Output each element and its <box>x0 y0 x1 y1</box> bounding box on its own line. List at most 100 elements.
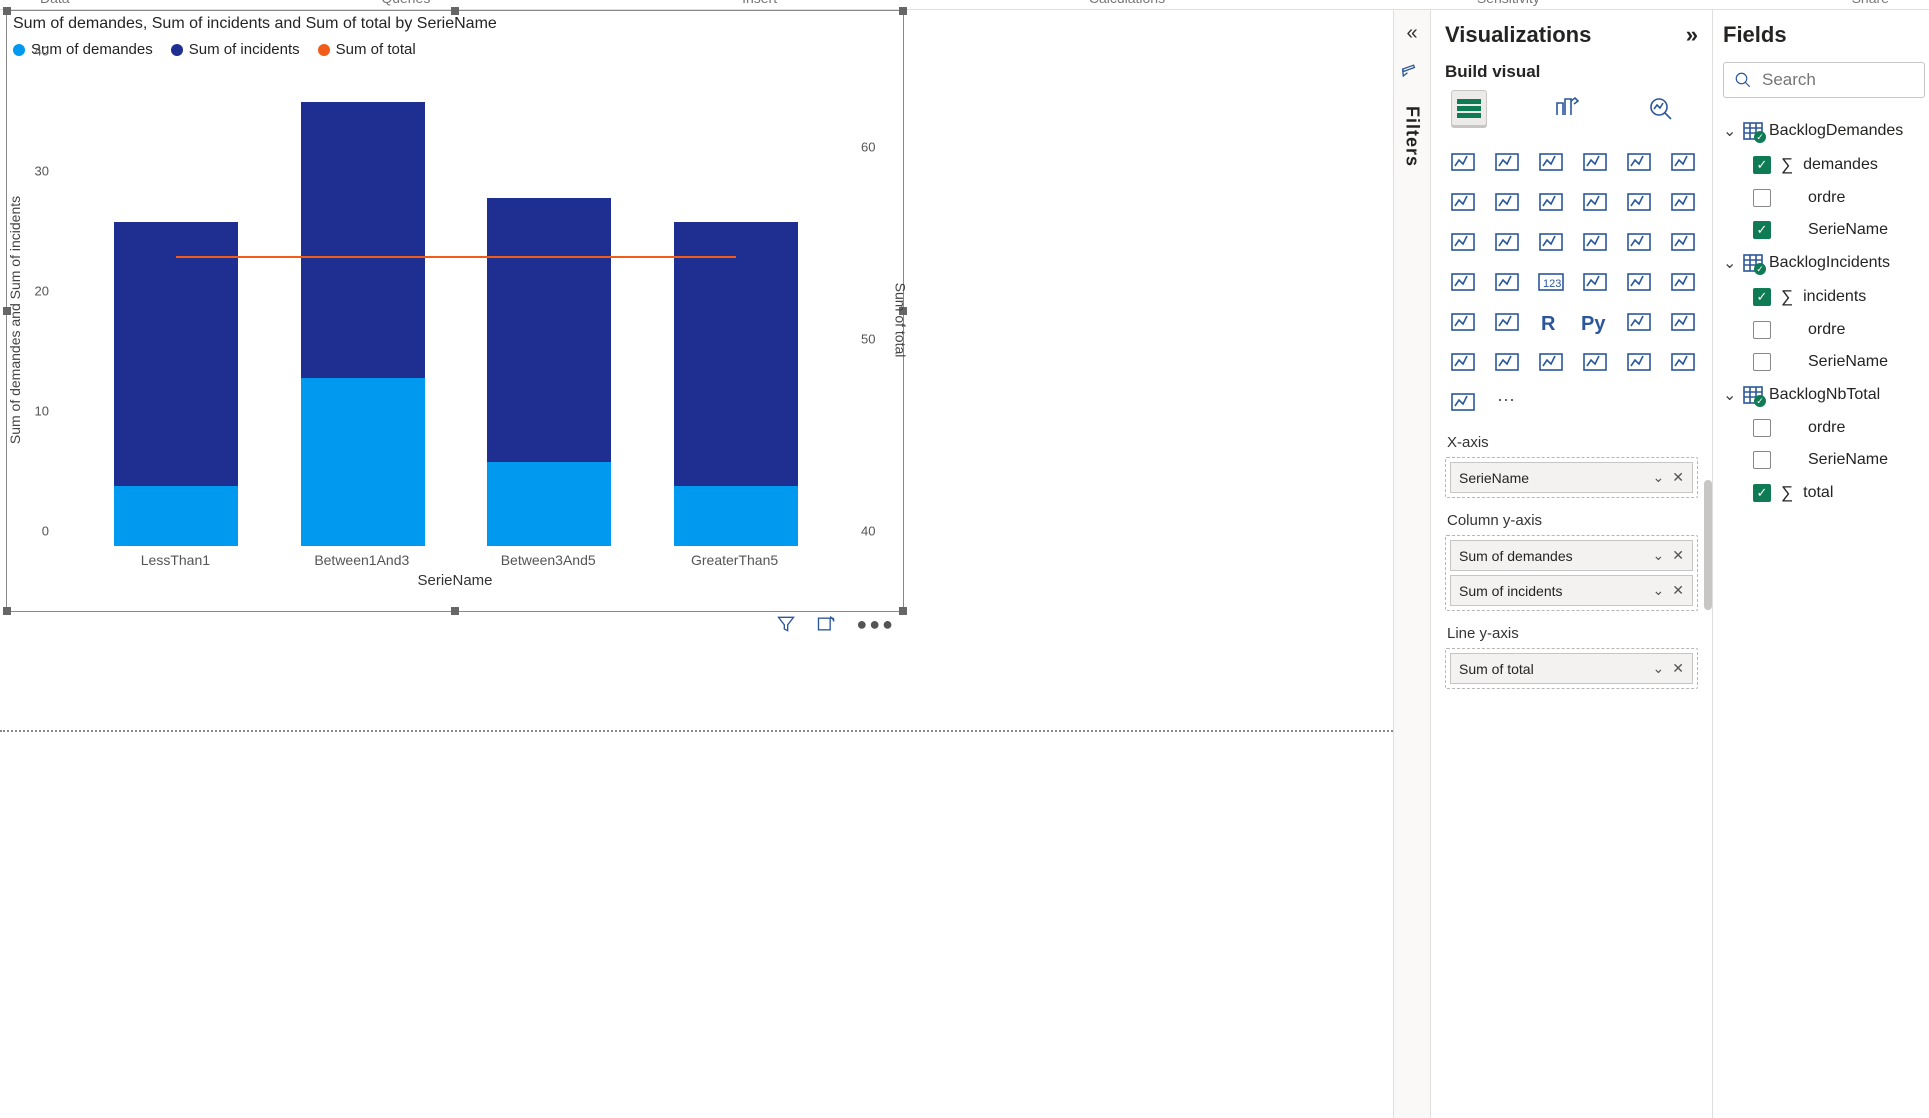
scrollbar[interactable] <box>1704 480 1712 610</box>
viztype-card[interactable]: 123 <box>1533 266 1569 298</box>
build-tab-fields[interactable] <box>1451 90 1487 126</box>
bar-demandes[interactable] <box>487 462 611 546</box>
focus-mode-icon[interactable] <box>816 614 836 639</box>
viztype-pie[interactable] <box>1533 226 1569 258</box>
xaxis-well[interactable]: SerieName ⌄✕ <box>1445 457 1698 498</box>
checkbox[interactable]: ✓ <box>1753 484 1771 502</box>
viztype-slicer[interactable] <box>1665 266 1701 298</box>
report-canvas[interactable]: Sum of demandes, Sum of incidents and Su… <box>0 10 1393 1118</box>
filter-icon[interactable] <box>776 614 796 639</box>
bar-demandes[interactable] <box>114 486 238 546</box>
remove-icon[interactable]: ✕ <box>1672 660 1684 677</box>
viztype-ribbon[interactable] <box>1621 186 1657 218</box>
field-ordre[interactable]: ordre <box>1723 182 1929 214</box>
well-item-seriename[interactable]: SerieName ⌄✕ <box>1450 462 1693 493</box>
line-total[interactable] <box>176 256 735 258</box>
viztype-stacked-area[interactable] <box>1533 186 1569 218</box>
bar-demandes[interactable] <box>674 486 798 546</box>
field-seriename[interactable]: ✓SerieName <box>1723 214 1929 246</box>
bar-demandes[interactable] <box>301 378 425 546</box>
resize-handle[interactable] <box>899 7 907 15</box>
resize-handle[interactable] <box>3 607 11 615</box>
viztype-line[interactable] <box>1445 186 1481 218</box>
build-tab-format[interactable] <box>1547 90 1583 126</box>
viztype-donut[interactable] <box>1577 226 1613 258</box>
viztype-kpi[interactable] <box>1621 266 1657 298</box>
chart-visual[interactable]: Sum of demandes, Sum of incidents and Su… <box>6 10 904 612</box>
viztype-more-visuals[interactable]: ⋯ <box>1489 386 1525 418</box>
resize-handle[interactable] <box>451 7 459 15</box>
checkbox[interactable] <box>1753 189 1771 207</box>
table-backlogincidents[interactable]: ⌄✓BacklogIncidents <box>1723 246 1929 280</box>
bar-incidents[interactable] <box>487 198 611 462</box>
well-item-sum-demandes[interactable]: Sum of demandes ⌄✕ <box>1450 540 1693 571</box>
viztype-treemap[interactable] <box>1621 226 1657 258</box>
viztype-key-influencers[interactable] <box>1621 306 1657 338</box>
viztype-clustered-column[interactable] <box>1489 146 1525 178</box>
chevron-down-icon[interactable]: ⌄ <box>1653 660 1665 677</box>
table-backlogdemandes[interactable]: ⌄✓BacklogDemandes <box>1723 114 1929 148</box>
viztype-100-stacked-column[interactable] <box>1665 146 1701 178</box>
viztype-table[interactable] <box>1445 306 1481 338</box>
remove-icon[interactable]: ✕ <box>1672 582 1684 599</box>
checkbox[interactable] <box>1753 451 1771 469</box>
field-seriename[interactable]: SerieName <box>1723 444 1929 476</box>
resize-handle[interactable] <box>3 7 11 15</box>
line-y-well[interactable]: Sum of total ⌄✕ <box>1445 648 1698 689</box>
checkbox[interactable] <box>1753 353 1771 371</box>
field-seriename[interactable]: SerieName <box>1723 346 1929 378</box>
table-backlognbtotal[interactable]: ⌄✓BacklogNbTotal <box>1723 378 1929 412</box>
viztype-power-automate[interactable] <box>1445 386 1481 418</box>
viztype-qna[interactable] <box>1445 346 1481 378</box>
chevron-down-icon[interactable]: ⌄ <box>1653 547 1665 564</box>
viztype-paginated[interactable] <box>1533 346 1569 378</box>
viztype-clustered-bar[interactable] <box>1577 146 1613 178</box>
bar-incidents[interactable] <box>674 222 798 486</box>
collapse-filters-icon[interactable]: « <box>1406 22 1417 45</box>
viztype-100-stacked-bar[interactable] <box>1621 146 1657 178</box>
field-ordre[interactable]: ordre <box>1723 314 1929 346</box>
viztype-r-visual[interactable]: R <box>1533 306 1569 338</box>
viztype-gauge[interactable] <box>1489 266 1525 298</box>
bar-incidents[interactable] <box>301 102 425 378</box>
checkbox[interactable]: ✓ <box>1753 288 1771 306</box>
viztype-waterfall[interactable] <box>1665 186 1701 218</box>
field-ordre[interactable]: ordre <box>1723 412 1929 444</box>
chevron-down-icon[interactable]: ⌄ <box>1653 469 1665 486</box>
remove-icon[interactable]: ✕ <box>1672 547 1684 564</box>
checkbox[interactable] <box>1753 419 1771 437</box>
viztype-metrics[interactable] <box>1577 346 1613 378</box>
expand-pane-icon[interactable]: » <box>1686 22 1698 48</box>
viztype-stacked-column[interactable] <box>1533 146 1569 178</box>
bookmark-icon[interactable] <box>1398 60 1425 90</box>
viztype-stacked-bar[interactable] <box>1445 146 1481 178</box>
viztype-funnel[interactable] <box>1445 226 1481 258</box>
column-y-well[interactable]: Sum of demandes ⌄✕ Sum of incidents ⌄✕ <box>1445 535 1698 611</box>
viztype-combo[interactable] <box>1577 186 1613 218</box>
viztype-smart-narrative[interactable] <box>1489 346 1525 378</box>
resize-handle[interactable] <box>451 607 459 615</box>
filters-rail[interactable]: « Filters <box>1393 10 1431 1118</box>
search-input[interactable]: Search <box>1723 62 1925 98</box>
checkbox[interactable]: ✓ <box>1753 156 1771 174</box>
checkbox[interactable]: ✓ <box>1753 221 1771 239</box>
more-options-icon[interactable]: ●●● <box>856 614 895 639</box>
well-item-sum-incidents[interactable]: Sum of incidents ⌄✕ <box>1450 575 1693 606</box>
viztype-app[interactable] <box>1621 346 1657 378</box>
bar-incidents[interactable] <box>114 222 238 486</box>
checkbox[interactable] <box>1753 321 1771 339</box>
field-demandes[interactable]: ✓∑demandes <box>1723 148 1929 182</box>
viztype-area[interactable] <box>1489 186 1525 218</box>
viztype-map[interactable] <box>1665 226 1701 258</box>
well-item-sum-total[interactable]: Sum of total ⌄✕ <box>1450 653 1693 684</box>
viztype-decomposition[interactable] <box>1665 306 1701 338</box>
viztype-matrix[interactable] <box>1489 306 1525 338</box>
viztype-multi-row-card[interactable] <box>1577 266 1613 298</box>
field-total[interactable]: ✓∑total <box>1723 476 1929 510</box>
resize-handle[interactable] <box>899 607 907 615</box>
viztype-filled-map[interactable] <box>1445 266 1481 298</box>
remove-icon[interactable]: ✕ <box>1672 469 1684 486</box>
viztype-scatter[interactable] <box>1489 226 1525 258</box>
viztype-python-visual[interactable]: Py <box>1577 306 1613 338</box>
build-tab-analytics[interactable] <box>1643 90 1679 126</box>
